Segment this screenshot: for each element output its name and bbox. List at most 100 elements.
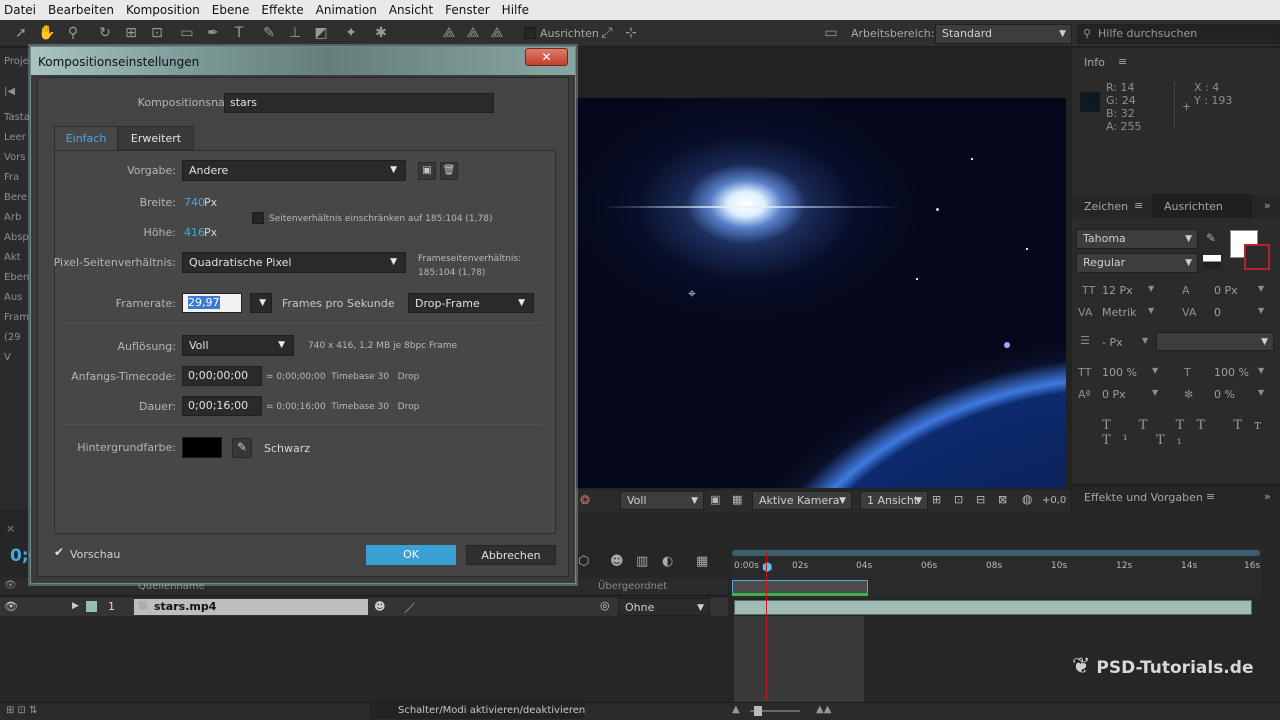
resolution-dropdown[interactable]: Voll ▼ [182, 335, 294, 356]
draft-3d-icon[interactable]: ⬡ [578, 554, 589, 569]
chevron-down-icon[interactable]: ▼ [1142, 336, 1148, 345]
chevron-down-icon[interactable]: ▼ [1258, 306, 1264, 315]
lock-aspect-checkbox[interactable] [252, 212, 264, 224]
exposure-icon[interactable]: ◍ [1022, 492, 1032, 506]
expand-icon[interactable]: » [1264, 490, 1271, 503]
leading-value[interactable]: 0 Px [1214, 284, 1238, 297]
stroke-width-value[interactable]: - Px [1102, 336, 1123, 349]
delete-preset-icon[interactable]: 🗑 [440, 162, 458, 180]
puppet-tool-icon[interactable]: ✱ [372, 24, 390, 42]
chevron-down-icon[interactable]: ▼ [1152, 366, 1158, 375]
ok-button[interactable]: OK [366, 545, 456, 565]
rectangle-tool-icon[interactable]: ▭ [178, 24, 196, 42]
bg-color-swatch[interactable] [182, 437, 222, 458]
snap-icon[interactable]: ⤢ [598, 24, 616, 42]
expand-icon[interactable]: » [1264, 199, 1271, 212]
expand-arrow-icon[interactable]: ▶ [72, 601, 79, 611]
toggle-switches-modes[interactable]: Schalter/Modi aktivieren/deaktivieren [398, 705, 585, 716]
timeline-icon[interactable]: ⊟ [976, 493, 985, 506]
panel-first-icon[interactable]: |◀ [4, 86, 32, 97]
font-size-value[interactable]: 12 Px [1102, 284, 1133, 297]
chevron-down-icon[interactable]: ▼ [1258, 388, 1264, 397]
world-axis-icon[interactable]: ⟁ [464, 24, 482, 42]
width-value[interactable]: 740 [184, 196, 205, 209]
info-panel-title[interactable]: Info [1084, 56, 1105, 69]
tracking-value[interactable]: 0 [1214, 306, 1221, 319]
rotate-tool-icon[interactable]: ↻ [96, 24, 114, 42]
table-row[interactable]: 👁 ▶ 1 ▤ stars.mp4 ☻ ／ ◎ Ohne ▼ [0, 598, 728, 616]
tab-align[interactable]: Ausrichten [1164, 200, 1223, 213]
effects-panel-title[interactable]: Effekte und Vorgaben [1084, 491, 1203, 504]
drop-frame-dropdown[interactable]: Drop-Frame ▼ [408, 293, 534, 313]
menu-item-window[interactable]: Fenster [445, 3, 490, 17]
chevron-down-icon[interactable]: ▼ [1148, 284, 1154, 293]
zoom-in-icon[interactable]: ▲▲ [816, 704, 831, 715]
text-style-buttons[interactable]: T T TT Tт T¹ T₁ [1102, 418, 1280, 448]
roto-brush-tool-icon[interactable]: ✦ [342, 24, 360, 42]
menu-item-help[interactable]: Hilfe [502, 3, 529, 17]
start-timecode-input[interactable]: 0;00;00;00 [182, 366, 262, 386]
dialog-titlebar[interactable]: Kompositionseinstellungen ✕ [31, 47, 575, 75]
chevron-down-icon[interactable]: ▼ [1258, 284, 1264, 293]
preset-dropdown[interactable]: Andere ▼ [182, 160, 406, 181]
workspace-dropdown[interactable]: Standard ▼ [935, 24, 1072, 44]
color-channels-icon[interactable]: ❂ [580, 493, 590, 507]
panel-menu-icon[interactable]: ≡ [1134, 199, 1143, 212]
frame-blending-icon[interactable]: ▥ [636, 554, 648, 569]
close-button[interactable]: ✕ [525, 48, 568, 66]
font-family-dropdown[interactable]: Tahoma ▼ [1076, 229, 1198, 249]
composition-preview[interactable]: ⌖ [576, 98, 1066, 488]
framerate-dropdown[interactable]: ▼ [250, 293, 272, 313]
default-colors-icon[interactable] [1203, 255, 1221, 269]
visibility-eye-icon[interactable]: 👁 [4, 600, 18, 613]
horizontal-scale-value[interactable]: 100 % [1214, 366, 1249, 379]
stroke-color-swatch[interactable] [1244, 244, 1270, 270]
exposure-value[interactable]: +0,0 [1042, 495, 1066, 506]
eyedropper-icon[interactable]: ✎ [1206, 231, 1216, 245]
save-preset-icon[interactable]: ▣ [418, 162, 436, 180]
framerate-input[interactable]: 29,97 [182, 293, 242, 313]
help-search-input[interactable]: ⚲ Hilfe durchsuchen [1077, 24, 1280, 44]
view-axis-icon[interactable]: ⟁ [488, 24, 506, 42]
tsume-value[interactable]: 0 % [1214, 388, 1235, 401]
eraser-tool-icon[interactable]: ◩ [312, 24, 330, 42]
stroke-type-dropdown[interactable]: ▼ [1156, 332, 1274, 351]
playhead-handle-icon[interactable]: ⬢ [762, 560, 772, 574]
snap-grid-icon[interactable]: ⊹ [622, 24, 640, 42]
pickwhip-icon[interactable]: ◎ [600, 599, 610, 612]
playhead[interactable] [766, 552, 767, 700]
comp-name-input[interactable]: stars [224, 93, 494, 113]
fast-preview-icon[interactable]: ⊡ [954, 493, 963, 506]
kerning-value[interactable]: Metrik [1102, 306, 1137, 319]
shy-switch-icon[interactable]: ☻ [374, 600, 385, 613]
views-dropdown[interactable]: 1 Ansicht ▼ [860, 491, 928, 510]
menu-item-composition[interactable]: Komposition [126, 3, 200, 17]
graph-editor-icon[interactable]: ▦ [696, 554, 708, 569]
layer-name[interactable]: stars.mp4 [154, 600, 216, 613]
height-value[interactable]: 416 [184, 226, 205, 239]
duration-input[interactable]: 0;00;16;00 [182, 396, 262, 416]
parent-header[interactable]: Übergeordnet [598, 581, 667, 592]
baseline-shift-value[interactable]: 0 Px [1102, 388, 1126, 401]
camera-dropdown[interactable]: Aktive Kamera ▼ [752, 491, 852, 510]
vertical-scale-value[interactable]: 100 % [1102, 366, 1137, 379]
zoom-slider-handle[interactable] [754, 706, 762, 716]
zoom-out-icon[interactable]: ▲ [732, 704, 740, 715]
transparency-grid-icon[interactable]: ▦ [732, 493, 742, 506]
align-checkbox[interactable] [524, 27, 536, 39]
menu-item-layer[interactable]: Ebene [212, 3, 250, 17]
hand-tool-icon[interactable]: ✋ [38, 24, 56, 42]
tab-basic[interactable]: Einfach [54, 126, 118, 150]
anchor-point-icon[interactable]: ⌖ [688, 286, 696, 302]
label-color-swatch[interactable] [86, 601, 97, 612]
chevron-down-icon[interactable]: ▼ [1152, 388, 1158, 397]
resolution-dropdown[interactable]: Voll ▼ [620, 491, 704, 510]
font-style-dropdown[interactable]: Regular ▼ [1076, 253, 1198, 273]
clone-stamp-tool-icon[interactable]: ⊥ [286, 24, 304, 42]
time-ruler[interactable]: 0:00s 02s 04s 06s 08s 10s 12s 14s 16s ⬢ [732, 548, 1262, 598]
chevron-down-icon[interactable]: ▼ [1148, 306, 1154, 315]
pen-tool-icon[interactable]: ✒ [204, 24, 222, 42]
pixel-aspect-dropdown[interactable]: Quadratische Pixel ▼ [182, 252, 406, 273]
menu-item-view[interactable]: Ansicht [389, 3, 433, 17]
preview-checkmark-icon[interactable]: ✔ [54, 545, 64, 559]
